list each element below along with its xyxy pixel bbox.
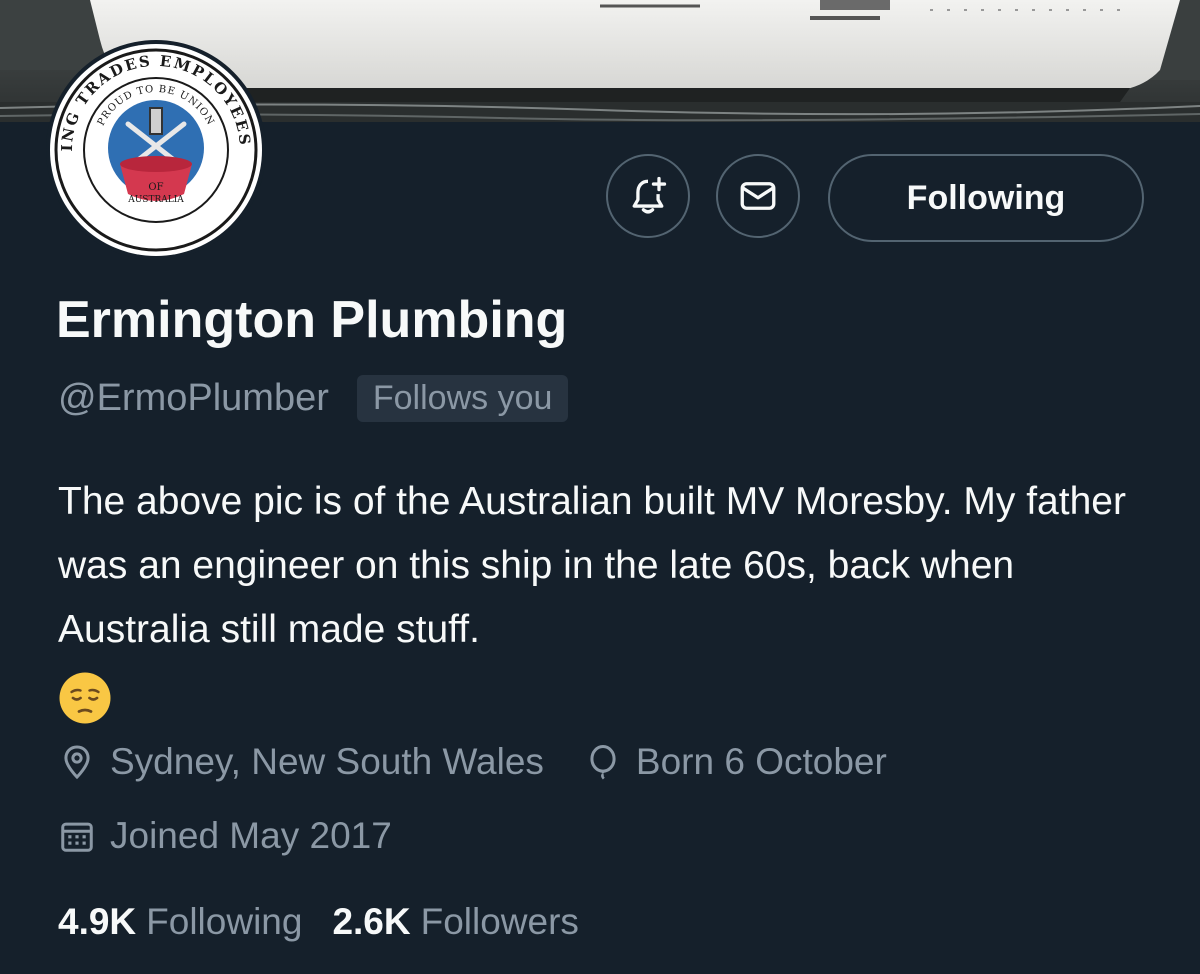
following-count: 4.9K (58, 901, 137, 942)
following-count-link[interactable]: 4.9K Following (58, 901, 302, 943)
profile-location: Sydney, New South Wales (58, 741, 544, 783)
profile-actions: Following (0, 154, 1200, 242)
following-button[interactable]: Following (828, 154, 1144, 242)
profile-handle: @ErmoPlumber (58, 376, 329, 419)
profile-bio: The above pic is of the Australian built… (58, 470, 1158, 726)
profile-location-text: Sydney, New South Wales (110, 741, 544, 782)
followers-label: Followers (420, 901, 579, 942)
followers-count: 2.6K (332, 901, 411, 942)
follows-you-badge: Follows you (356, 374, 569, 422)
envelope-icon (740, 182, 776, 210)
profile-joined: Joined May 2017 (58, 815, 392, 857)
profile-bio-text: The above pic is of the Australian built… (58, 480, 1126, 651)
profile-birthday: Born 6 October (584, 741, 887, 783)
calendar-icon (61, 822, 93, 852)
profile-meta-row: Sydney, New South Wales Born 6 October (58, 734, 927, 790)
message-button[interactable] (716, 154, 800, 238)
following-label: Following (146, 901, 303, 942)
pensive-face-icon (59, 672, 111, 724)
bell-plus-icon (632, 176, 667, 214)
followers-count-link[interactable]: 2.6K Followers (332, 901, 578, 943)
profile-joined-text: Joined May 2017 (110, 815, 392, 856)
profile-handle-row: @ErmoPlumber Follows you (58, 372, 569, 424)
profile-birthday-text: Born 6 October (635, 741, 887, 782)
balloon-icon (590, 744, 616, 780)
profile-display-name: Ermington Plumbing (56, 291, 568, 349)
notifications-button[interactable] (606, 154, 690, 238)
location-pin-icon (64, 745, 90, 780)
profile-stats: 4.9K Following 2.6K Followers (58, 894, 609, 950)
profile-joined-row: Joined May 2017 (58, 808, 432, 864)
